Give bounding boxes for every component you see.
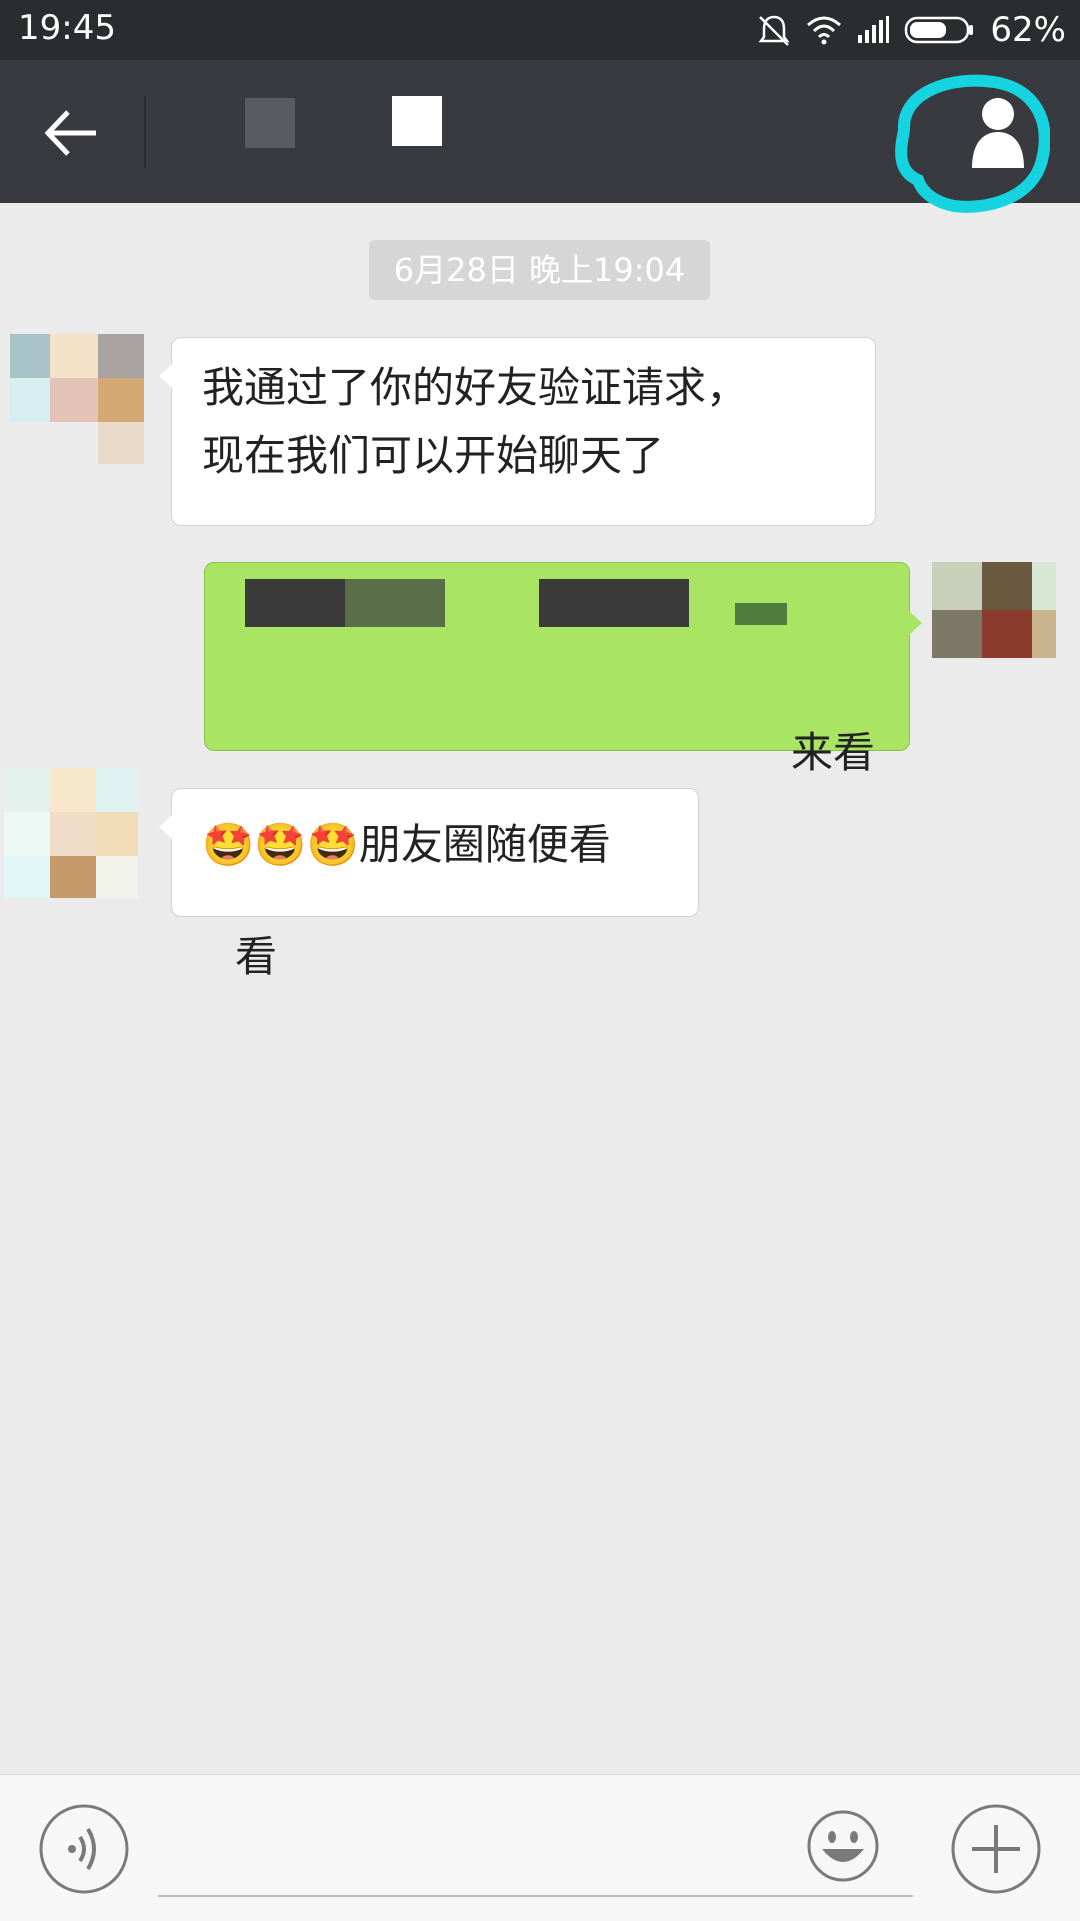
- message-bubble-sent[interactable]: 来看 看: [204, 562, 922, 981]
- signal-icon: [856, 15, 890, 45]
- contact-avatar[interactable]: [10, 334, 144, 464]
- message-input[interactable]: [158, 1895, 913, 1897]
- plus-icon: [951, 1804, 1041, 1894]
- message-text: 🤩🤩🤩朋友圈随便看: [202, 820, 611, 869]
- back-button[interactable]: [40, 102, 102, 164]
- chat-info-button[interactable]: [874, 70, 1050, 220]
- redaction-block: [735, 603, 787, 625]
- emoji-button[interactable]: [806, 1809, 880, 1883]
- contact-avatar[interactable]: [4, 768, 138, 898]
- message-bubble-received[interactable]: 我通过了你的好友验证请求， 现在我们可以开始聊天了: [159, 337, 876, 526]
- message-line: 看: [235, 932, 278, 981]
- redaction-block: [539, 579, 689, 627]
- highlight-circle: [895, 74, 1050, 213]
- battery-percent: 62%: [990, 10, 1066, 50]
- header-divider: [144, 96, 146, 168]
- arrow-left-icon: [44, 110, 96, 156]
- wifi-icon: [806, 15, 842, 45]
- battery-icon: [904, 15, 976, 45]
- voice-icon: [39, 1804, 129, 1894]
- more-button[interactable]: [950, 1803, 1042, 1895]
- smiley-icon: [807, 1810, 879, 1882]
- person-icon: [972, 98, 1024, 168]
- message-line: 来看: [790, 728, 875, 777]
- chat-header: [0, 60, 1080, 213]
- chat-timestamp: 6月28日 晚上19:04: [369, 240, 710, 300]
- my-avatar[interactable]: [932, 562, 1056, 682]
- redaction-block: [345, 579, 445, 627]
- message-text: 我通过了你的好友验证请求， 现在我们可以开始聊天了: [202, 363, 749, 480]
- redacted-title-block: [245, 98, 295, 148]
- status-icons: 62%: [756, 8, 1066, 52]
- mute-alarm-icon: [756, 13, 792, 47]
- status-time: 19:45: [18, 8, 116, 48]
- voice-button[interactable]: [38, 1803, 130, 1895]
- redacted-title-block: [392, 96, 442, 146]
- message-bubble-received[interactable]: 🤩🤩🤩朋友圈随便看: [159, 788, 699, 917]
- status-bar: 19:45 62%: [0, 0, 1080, 60]
- input-bar: [0, 1774, 1080, 1921]
